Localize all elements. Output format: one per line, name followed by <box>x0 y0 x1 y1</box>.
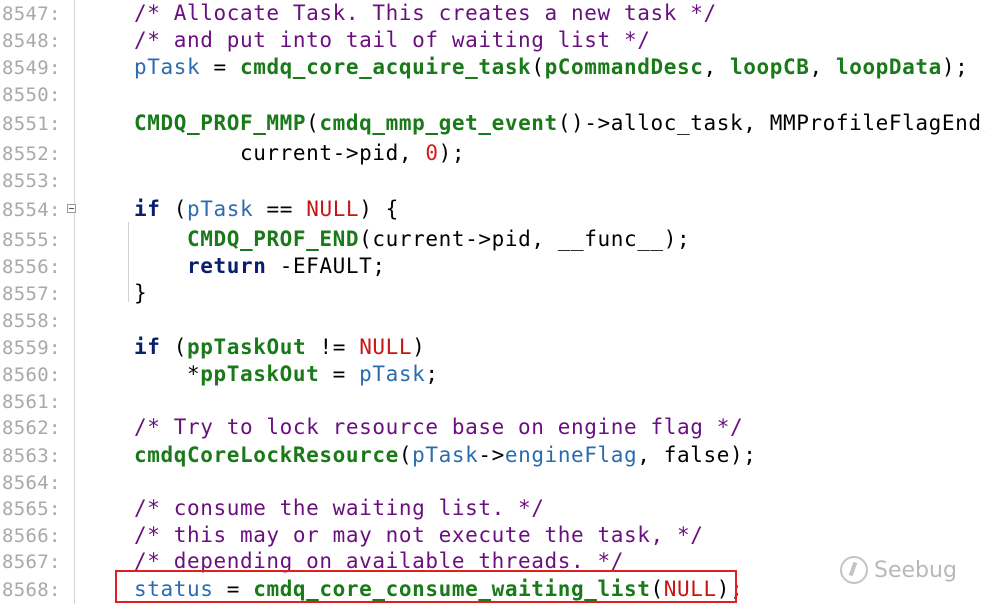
line-number: 8564: <box>2 472 61 494</box>
code-line[interactable]: 8554: if (pTask == NULL) { <box>0 196 986 223</box>
fold-toggle-icon[interactable] <box>67 204 76 213</box>
seebug-logo-icon <box>840 556 868 584</box>
code-text: if (pTask == NULL) { <box>134 197 399 221</box>
line-number: 8565: <box>2 498 61 520</box>
watermark: Seebug <box>840 556 957 584</box>
code-line[interactable]: 8548: /* and put into tail of waiting li… <box>0 27 986 54</box>
code-text: /* consume the waiting list. */ <box>134 496 545 520</box>
line-number: 8548: <box>2 30 61 52</box>
line-number: 8551: <box>2 113 61 135</box>
highlight-box <box>115 570 737 603</box>
code-editor[interactable]: 8547: /* Allocate Task. This creates a n… <box>0 0 986 604</box>
line-number: 8567: <box>2 551 61 573</box>
code-text: /* Try to lock resource base on engine f… <box>134 415 744 439</box>
code-text: /* this may or may not execute the task,… <box>134 523 704 547</box>
code-line[interactable]: 8551: CMDQ_PROF_MMP(cmdq_mmp_get_event()… <box>0 110 986 137</box>
line-number: 8562: <box>2 417 61 439</box>
code-text: cmdqCoreLockResource(pTask->engineFlag, … <box>134 443 757 467</box>
line-number: 8549: <box>2 57 61 79</box>
code-line[interactable]: 8557: } <box>0 280 986 307</box>
code-line[interactable]: 8552: current->pid, 0); <box>0 140 986 167</box>
code-line[interactable]: 8561: <box>0 388 986 415</box>
code-line[interactable]: 8553: <box>0 167 986 194</box>
line-number: 8561: <box>2 391 61 413</box>
code-text: *ppTaskOut = pTask; <box>134 362 439 386</box>
watermark-text: Seebug <box>874 557 957 583</box>
line-number: 8559: <box>2 337 61 359</box>
code-text: /* Allocate Task. This creates a new tas… <box>134 1 717 25</box>
line-number: 8555: <box>2 229 61 251</box>
code-line[interactable]: 8563: cmdqCoreLockResource(pTask->engine… <box>0 442 986 469</box>
code-line[interactable]: 8547: /* Allocate Task. This creates a n… <box>0 0 986 27</box>
code-line[interactable]: 8555: CMDQ_PROF_END(current->pid, __func… <box>0 226 986 253</box>
code-line[interactable]: 8566: /* this may or may not execute the… <box>0 522 986 549</box>
code-text: current->pid, 0); <box>134 141 466 165</box>
line-number: 8568: <box>2 579 61 601</box>
code-text: return -EFAULT; <box>186 254 386 278</box>
code-line[interactable]: 8564: <box>0 469 986 496</box>
line-number: 8547: <box>2 3 61 25</box>
line-number: 8563: <box>2 445 61 467</box>
line-number: 8553: <box>2 170 61 192</box>
line-number: 8554: <box>2 199 61 221</box>
code-line[interactable]: 8556: return -EFAULT; <box>0 253 986 280</box>
code-line[interactable]: 8550: <box>0 81 986 108</box>
code-text: } <box>134 281 148 305</box>
code-line[interactable]: 8560: *ppTaskOut = pTask; <box>0 361 986 388</box>
code-text: pTask = cmdq_core_acquire_task(pCommandD… <box>134 55 969 79</box>
code-text: CMDQ_PROF_MMP(cmdq_mmp_get_event()->allo… <box>134 111 986 135</box>
code-text: if (ppTaskOut != NULL) <box>134 335 426 359</box>
line-number: 8560: <box>2 364 61 386</box>
line-number: 8550: <box>2 84 61 106</box>
line-number: 8552: <box>2 143 61 165</box>
line-number: 8558: <box>2 310 61 332</box>
line-number: 8556: <box>2 256 61 278</box>
code-line[interactable]: 8559: if (ppTaskOut != NULL) <box>0 334 986 361</box>
code-text: CMDQ_PROF_END(current->pid, __func__); <box>186 227 691 251</box>
code-line[interactable]: 8565: /* consume the waiting list. */ <box>0 495 986 522</box>
line-number: 8566: <box>2 525 61 547</box>
code-line[interactable]: 8562: /* Try to lock resource base on en… <box>0 414 986 441</box>
code-line[interactable]: 8558: <box>0 307 986 334</box>
line-number: 8557: <box>2 283 61 305</box>
code-line[interactable]: 8549: pTask = cmdq_core_acquire_task(pCo… <box>0 54 986 81</box>
code-text: /* and put into tail of waiting list */ <box>134 28 651 52</box>
